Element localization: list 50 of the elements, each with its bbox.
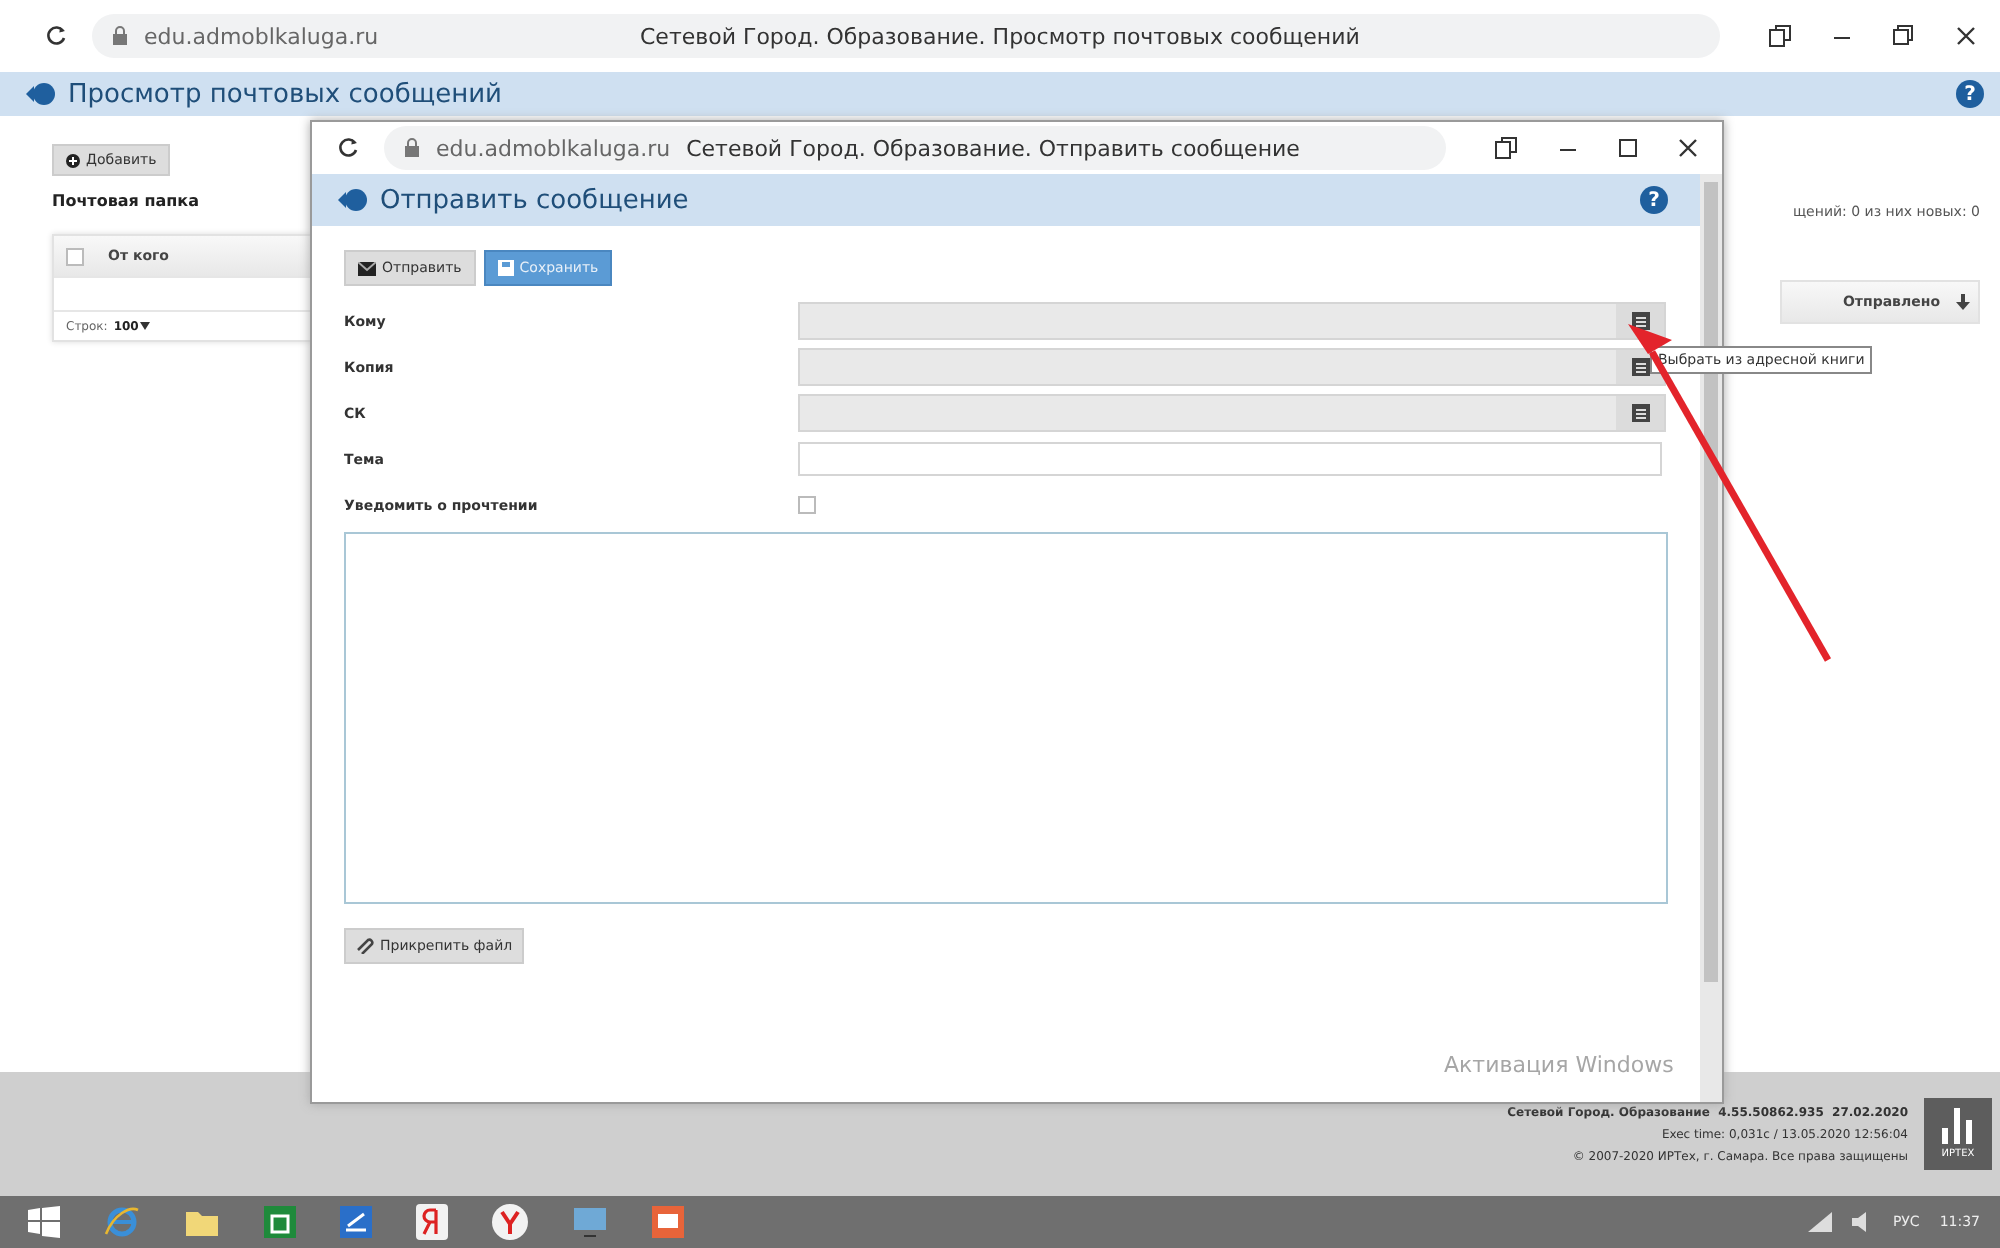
plus-icon	[66, 153, 80, 167]
presentation-icon[interactable]	[652, 1206, 684, 1238]
activation-watermark: Активация Windows	[1444, 1052, 1674, 1078]
url-text: edu.admoblkaluga.ru	[436, 135, 671, 161]
envelope-icon	[358, 261, 376, 275]
scanner-icon[interactable]	[340, 1206, 372, 1238]
close-icon[interactable]	[1678, 138, 1698, 158]
address-book-icon	[1631, 404, 1649, 422]
back-icon[interactable]	[336, 188, 368, 212]
network-icon[interactable]	[1808, 1212, 1833, 1232]
paperclip-icon	[356, 938, 374, 954]
close-icon[interactable]	[1956, 26, 1976, 46]
help-button[interactable]: ?	[1956, 80, 1984, 108]
sort-icon[interactable]	[1956, 294, 1970, 310]
store-icon[interactable]	[264, 1206, 296, 1238]
letter-ya-icon[interactable]	[416, 1204, 448, 1240]
pages-icon[interactable]	[1494, 136, 1518, 160]
address-bar[interactable]: edu.admoblkaluga.ru Сетевой Город. Образование. Просмотр почтовых сообщений	[92, 14, 1720, 58]
page-title: Сетевой Город. Образование. Отправить сообщение	[686, 135, 1300, 161]
reload-icon[interactable]	[44, 24, 68, 48]
caret-icon	[140, 322, 151, 330]
restore-icon[interactable]	[1892, 24, 1916, 48]
lock-icon	[112, 26, 128, 46]
address-book-button[interactable]	[1616, 396, 1664, 430]
message-body-field[interactable]	[344, 532, 1668, 904]
pages-icon[interactable]	[1768, 24, 1792, 48]
letter-y-icon[interactable]	[492, 1204, 528, 1240]
read-receipt-checkbox[interactable]	[798, 496, 816, 514]
window-heading: Отправить сообщение	[380, 185, 689, 215]
start-icon[interactable]	[28, 1206, 60, 1238]
browser-icon[interactable]	[104, 1204, 140, 1240]
address-book-icon	[1631, 358, 1649, 376]
recipient-field[interactable]	[798, 394, 1666, 432]
recipient-field[interactable]	[798, 302, 1666, 340]
subject-field[interactable]	[798, 442, 1662, 476]
url-text: edu.admoblkaluga.ru	[144, 23, 381, 49]
address-book-icon	[1631, 312, 1649, 330]
select-all-checkbox[interactable]	[66, 247, 84, 265]
folder-icon[interactable]	[184, 1206, 220, 1238]
address-bar[interactable]: edu.admoblkaluga.ru Сетевой Город. Образование. Отправить сообщение	[384, 126, 1446, 170]
save-icon	[497, 260, 514, 276]
lock-icon	[404, 138, 420, 158]
maximize-icon[interactable]	[1618, 138, 1638, 158]
help-button[interactable]: ?	[1640, 186, 1668, 214]
page-title: Сетевой Город. Образование. Просмотр почтовых сообщений	[640, 23, 1360, 49]
back-icon[interactable]	[24, 82, 56, 106]
reload-icon[interactable]	[336, 136, 360, 160]
folder-label: Почтовая папка	[52, 192, 199, 210]
monitor-icon[interactable]	[572, 1206, 608, 1238]
page-heading: Просмотр почтовых сообщений	[68, 79, 502, 109]
